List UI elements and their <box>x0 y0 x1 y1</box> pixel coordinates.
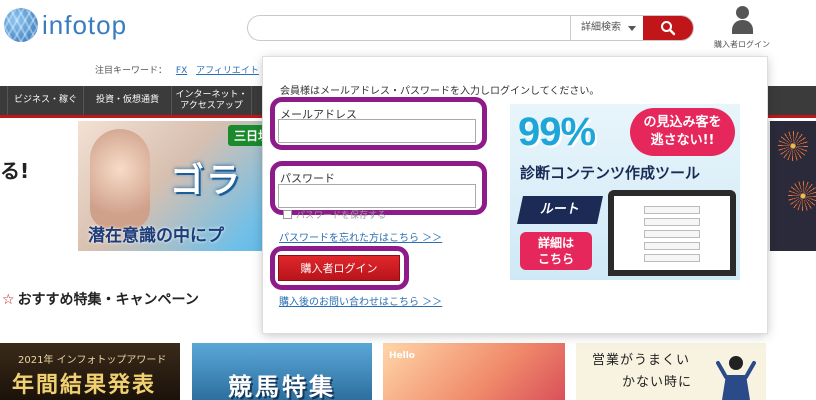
firework-icon <box>788 181 816 211</box>
ad-headline: の見込み客を 逃さない!! <box>630 108 735 156</box>
banner-title: ゴラ <box>170 161 242 201</box>
thumb-award-top: 2021年 インフォトップアワード <box>18 355 167 366</box>
banner-subtitle: 潜在意識の中にプ <box>88 226 224 246</box>
recommended-title: おすすめ特集・キャンペーン <box>17 292 199 308</box>
keyword-link-fx[interactable]: FX <box>176 66 187 76</box>
nav-spacer <box>0 86 8 115</box>
thumb-sales-line1: 営業がうまくい <box>592 353 691 368</box>
feature-thumb-award[interactable]: 2021年 インフォトップアワード 年間結果発表 <box>0 343 180 400</box>
nav-item-investment[interactable]: 投資・仮想通貨 <box>84 86 172 115</box>
buyer-login-label: 購入者ログイン <box>714 40 770 49</box>
chevron-down-icon <box>628 26 636 31</box>
forgot-password-link[interactable]: パスワードを忘れた方はこちら ＞＞ <box>279 229 442 244</box>
search-box[interactable]: 詳細検索 <box>247 15 694 41</box>
remember-password-checkbox[interactable]: パスワードを保存する <box>283 208 386 221</box>
banner-left-text: る! <box>0 159 30 183</box>
firework-icon <box>778 131 808 161</box>
trending-keywords: 注目キーワード： FX アフィリエイト <box>95 63 259 76</box>
search-detail-dropdown[interactable]: 詳細検索 <box>570 16 644 40</box>
globe-logo-icon <box>4 8 38 42</box>
thumb-food-text: Hello <box>389 351 415 361</box>
search-detail-label: 詳細検索 <box>581 22 621 33</box>
feature-thumb-keiba[interactable]: 競馬特集 <box>192 343 372 400</box>
ad-brand-logo: ルート <box>517 196 603 224</box>
login-intro-text: 会員様はメールアドレス・パスワードを入力しログインしてください。 <box>280 86 600 97</box>
keyword-link-affiliate[interactable]: アフィリエイト <box>196 66 259 76</box>
search-button[interactable] <box>643 16 693 40</box>
nav-item-internet[interactable]: インターネット・ アクセスアップ <box>172 86 252 115</box>
star-icon: ☆ <box>2 292 15 308</box>
laptop-screen <box>614 196 730 270</box>
user-icon <box>731 4 753 38</box>
thumb-keiba-title: 競馬特集 <box>228 372 336 400</box>
recommended-heading: ☆ おすすめ特集・キャンペーン <box>2 289 199 309</box>
ad-percentage: 99% <box>518 110 596 154</box>
promo-ad-banner[interactable]: 99% の見込み客を 逃さない!! 診断コンテンツ作成ツール ルート 詳細は こ… <box>510 104 740 280</box>
checkbox-icon <box>283 210 292 219</box>
laptop-illustration-icon <box>608 190 736 276</box>
password-field[interactable] <box>278 184 476 208</box>
remember-password-label: パスワードを保存する <box>296 211 387 221</box>
email-field[interactable] <box>278 119 476 143</box>
nav-item-business[interactable]: ビジネス・稼ぐ <box>8 86 84 115</box>
keywords-label: 注目キーワード： <box>95 66 168 76</box>
banner-person-image <box>90 129 150 229</box>
buyer-login-button[interactable]: 購入者ログイン <box>278 255 400 281</box>
banner-left-panel: る! <box>0 121 78 251</box>
logo-text: infotop <box>42 9 128 40</box>
contact-link[interactable]: 購入後のお問い合わせはこちら ＞＞ <box>279 293 442 308</box>
feature-thumb-food[interactable]: Hello <box>383 343 565 400</box>
ad-detail-button[interactable]: 詳細は こちら <box>520 232 592 270</box>
site-logo[interactable]: infotop <box>4 8 127 42</box>
feature-thumb-sales[interactable]: 営業がうまくい かない時に <box>576 343 766 400</box>
banner-right-panel <box>770 121 816 251</box>
thumb-sales-line2: かない時に <box>622 375 693 390</box>
buyer-login-link[interactable]: 購入者ログイン <box>712 4 772 50</box>
businessman-illustration-icon <box>716 356 756 400</box>
search-icon <box>661 21 676 36</box>
thumb-award-title: 年間結果発表 <box>12 372 157 398</box>
ad-subheadline: 診断コンテンツ作成ツール <box>520 164 701 182</box>
